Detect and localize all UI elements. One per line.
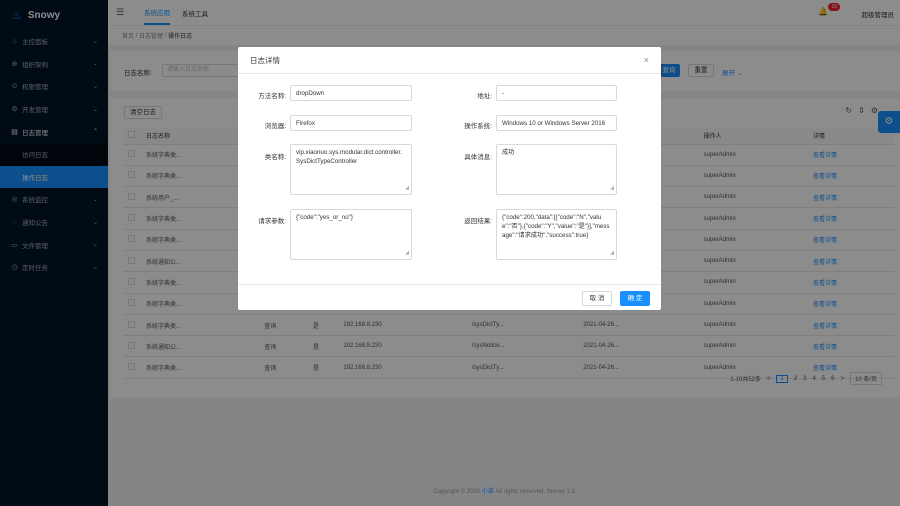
method-label: 方法名称: — [258, 93, 286, 100]
close-icon[interactable]: × — [644, 55, 649, 65]
resize-handle-icon[interactable]: ◢ — [610, 249, 614, 258]
method-field[interactable]: dropDown — [290, 85, 412, 101]
os-label: 操作系统: — [464, 123, 492, 130]
resize-handle-icon[interactable]: ◢ — [405, 249, 409, 258]
os-field[interactable]: Windows 10 or Windows Server 2016 — [496, 115, 617, 131]
class-label: 类名称: — [264, 154, 286, 161]
browser-label: 浏览器: — [264, 123, 286, 130]
message-field[interactable]: 成功 ◢ — [496, 144, 617, 195]
modal-header: 日志详情 × — [238, 47, 661, 74]
resize-handle-icon[interactable]: ◢ — [405, 184, 409, 193]
resize-handle-icon[interactable]: ◢ — [610, 184, 614, 193]
params-label: 请求参数: — [258, 218, 286, 225]
address-field[interactable]: - — [496, 85, 617, 101]
address-label: 地址: — [477, 93, 492, 100]
log-detail-modal: 日志详情 × 方法名称: dropDown 地址: - 浏览器: Firefox… — [238, 47, 661, 310]
ok-button[interactable]: 确 定 — [620, 291, 650, 306]
params-field[interactable]: {"code":"yes_or_no"} ◢ — [290, 209, 412, 260]
modal-title: 日志详情 — [250, 55, 280, 65]
cancel-button[interactable]: 取 消 — [582, 291, 612, 306]
result-label: 返回结果: — [464, 218, 492, 225]
class-field[interactable]: vip.xiaonuo.sys.modular.dict.controller.… — [290, 144, 412, 195]
modal-footer: 取 消 确 定 — [238, 284, 661, 310]
result-field[interactable]: {"code":200,"data":[{"code":"N","value":… — [496, 209, 617, 260]
message-label: 具体消息: — [464, 154, 492, 161]
browser-field[interactable]: Firefox — [290, 115, 412, 131]
